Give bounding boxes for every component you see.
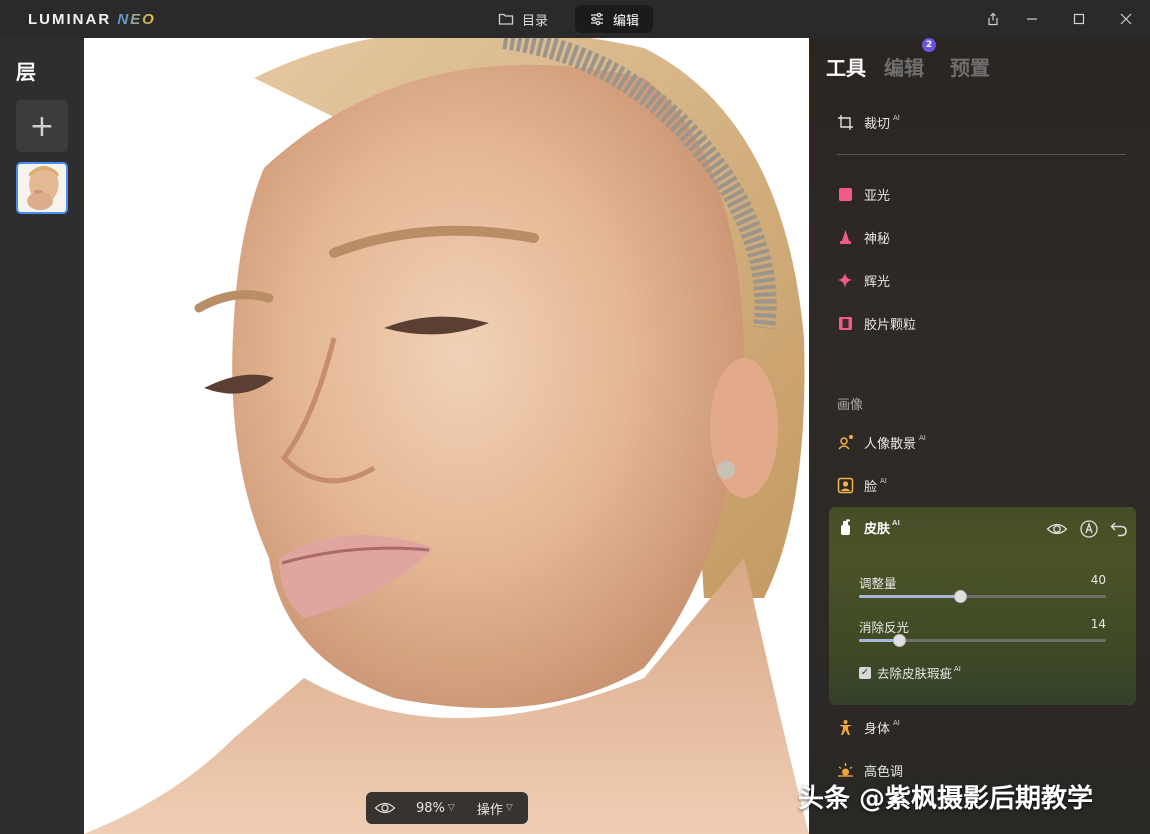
portrait-section-label: 画像 xyxy=(837,398,864,413)
tool-film-grain-label: 胶片颗粒 xyxy=(864,317,917,333)
layers-panel: 层 + xyxy=(0,38,84,834)
tool-glow-label: 辉光 xyxy=(864,274,891,290)
film-grain-icon xyxy=(839,316,852,330)
tool-face[interactable]: 脸 AI xyxy=(837,474,887,496)
skin-tool-header[interactable]: 皮肤 AI xyxy=(829,507,1136,551)
tab-edit-label: 编辑 xyxy=(613,13,640,29)
portrait-bokeh-icon xyxy=(838,434,853,450)
edits-count-badge: 2 xyxy=(922,38,936,52)
add-layer-button[interactable]: + xyxy=(16,100,68,152)
skin-bottle-icon xyxy=(841,519,850,535)
slider-shine-label: 消除反光 xyxy=(859,620,910,635)
tool-film-grain[interactable]: 胶片颗粒 xyxy=(837,312,916,334)
slider-amount-label: 调整量 xyxy=(859,576,897,591)
tool-crop-label: 裁切 xyxy=(864,116,891,132)
close-button[interactable] xyxy=(1113,6,1139,32)
remove-blemishes-checkbox[interactable]: ✓ xyxy=(859,666,871,679)
chevron-down-icon: ▽ xyxy=(505,803,513,813)
ai-badge: AI xyxy=(919,433,926,442)
skin-tool-card: 皮肤 AI 调整量 40 消除反光 14 ✓ 去除皮肤瑕疵 AI xyxy=(829,507,1136,705)
tool-mystical[interactable]: 神秘 xyxy=(837,226,890,248)
ai-badge: AI xyxy=(893,113,900,122)
tool-glow[interactable]: 辉光 xyxy=(837,269,890,291)
tab-edit[interactable]: 编辑 xyxy=(575,5,654,33)
eye-icon[interactable] xyxy=(374,799,396,817)
close-icon xyxy=(1120,13,1132,25)
divider xyxy=(837,154,1126,155)
tool-crop[interactable]: 裁切 AI xyxy=(837,111,900,133)
maximize-button[interactable] xyxy=(1066,6,1092,32)
glow-icon xyxy=(838,272,852,288)
maximize-icon xyxy=(1073,13,1085,25)
remove-blemishes-checkbox-row[interactable]: ✓ 去除皮肤瑕疵 AI xyxy=(859,663,961,682)
minimize-button[interactable] xyxy=(1019,6,1045,32)
zoom-value: 98% xyxy=(416,800,445,816)
slider-handle[interactable] xyxy=(892,634,906,647)
matte-icon xyxy=(839,187,852,201)
actions-dropdown[interactable]: 操作 ▽ xyxy=(477,799,513,818)
tool-portrait-bokeh-label: 人像散景 xyxy=(864,436,917,452)
app-logo: LUMINAR NEO xyxy=(28,11,156,28)
reset-icon[interactable] xyxy=(1109,519,1129,539)
tool-portrait-bokeh[interactable]: 人像散景 AI xyxy=(837,431,926,453)
slider-fill xyxy=(859,595,961,598)
share-button[interactable] xyxy=(980,6,1006,32)
tool-face-label: 脸 xyxy=(864,479,878,495)
high-key-icon xyxy=(838,762,853,777)
portrait-photo xyxy=(84,38,809,834)
slider-handle[interactable] xyxy=(954,590,968,603)
tool-body-label: 身体 xyxy=(864,721,891,737)
tool-matte-label: 亚光 xyxy=(864,188,891,204)
share-icon xyxy=(988,12,998,26)
ai-badge: AI xyxy=(880,476,887,485)
tab-edits[interactable]: 编辑 xyxy=(884,52,924,81)
tab-catalog[interactable]: 目录 xyxy=(484,5,562,33)
layer-thumbnail[interactable] xyxy=(16,162,68,214)
tab-presets[interactable]: 预置 xyxy=(950,52,990,81)
mask-brush-icon[interactable] xyxy=(1079,519,1099,539)
canvas-toolbar: 98% ▽ 操作 ▽ xyxy=(366,792,528,824)
tab-tools[interactable]: 工具 xyxy=(826,52,866,81)
actions-label: 操作 xyxy=(476,802,503,818)
slider-shine-removal[interactable] xyxy=(859,634,1106,647)
minimize-icon xyxy=(1027,18,1037,20)
crop-icon xyxy=(838,114,853,130)
face-icon xyxy=(837,477,854,493)
title-bar: LUMINAR NEO 目录 编辑 xyxy=(0,0,1150,38)
zoom-dropdown[interactable]: 98% ▽ xyxy=(416,801,455,816)
mystical-icon xyxy=(840,229,851,244)
layers-title: 层 xyxy=(16,60,36,84)
body-icon xyxy=(839,719,852,735)
sliders-icon xyxy=(591,12,603,26)
slider-amount-value: 40 xyxy=(1090,573,1106,587)
skin-tool-title: 皮肤 AI xyxy=(837,518,900,537)
slider-amount[interactable] xyxy=(859,590,1106,603)
ai-badge: AI xyxy=(892,519,901,527)
ai-badge: AI xyxy=(954,664,961,673)
tool-body[interactable]: 身体 AI xyxy=(837,716,900,738)
plus-icon: + xyxy=(29,108,55,144)
skin-tool-label: 皮肤 xyxy=(864,522,891,537)
eye-icon[interactable] xyxy=(1046,519,1068,539)
folder-icon xyxy=(498,13,514,25)
remove-blemishes-label: 去除皮肤瑕疵 xyxy=(877,666,953,681)
tools-panel: 工具 编辑 2 预置 裁切 AI 亚光 神秘 辉光 胶片颗粒 画像 人像散景 A… xyxy=(809,38,1150,834)
portrait-thumbnail-image xyxy=(18,164,66,212)
tool-high-key-label: 高色调 xyxy=(864,764,904,780)
tab-catalog-label: 目录 xyxy=(522,13,549,29)
slider-shine-value: 14 xyxy=(1090,617,1106,631)
ai-badge: AI xyxy=(893,718,900,727)
photo-canvas[interactable]: 98% ▽ 操作 ▽ xyxy=(84,38,809,834)
chevron-down-icon: ▽ xyxy=(447,803,455,813)
tool-mystical-label: 神秘 xyxy=(864,231,891,247)
watermark-text: 头条 @紫枫摄影后期教学 xyxy=(798,784,1094,814)
tool-matte[interactable]: 亚光 xyxy=(837,183,890,205)
